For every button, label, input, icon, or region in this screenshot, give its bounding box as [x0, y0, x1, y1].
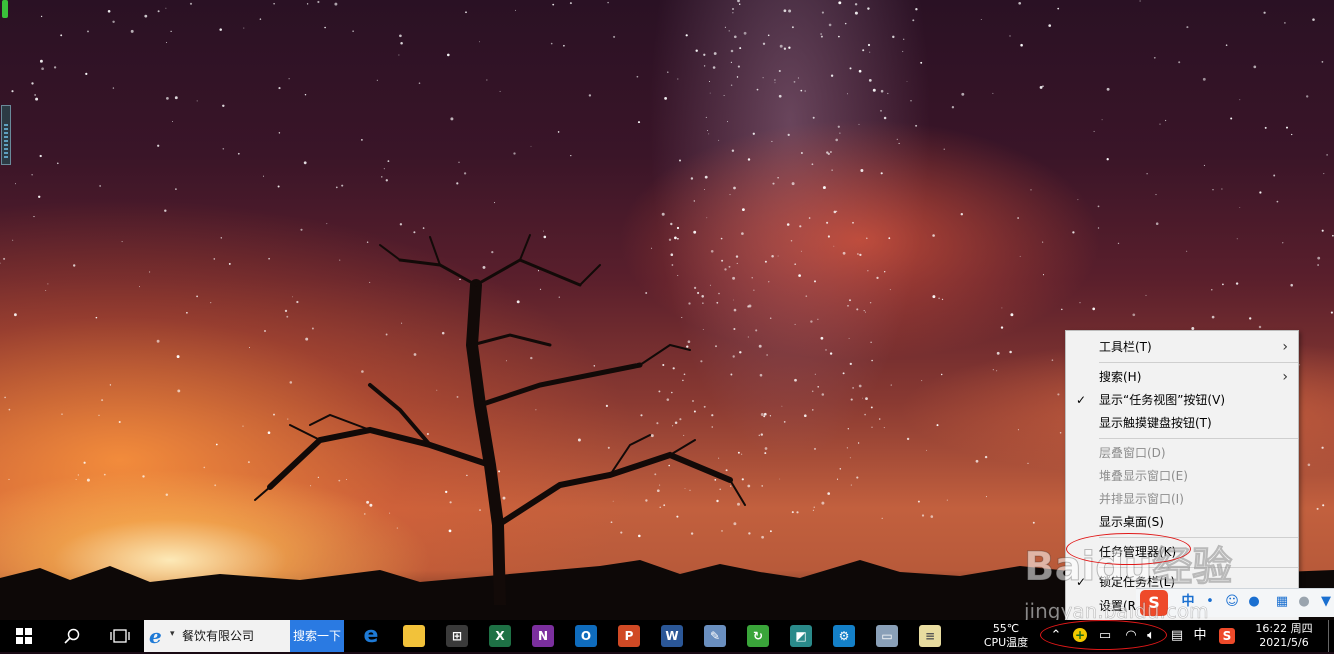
menu-separator: [1099, 438, 1298, 439]
menu-item-side-by-side[interactable]: 并排显示窗口(I): [1066, 488, 1298, 510]
checkmark-icon: ✓: [1076, 575, 1087, 589]
annotation-circle-task-manager: [1066, 533, 1191, 565]
search-submit-button[interactable]: 搜索一下: [290, 620, 344, 652]
menu-item-cascade-windows[interactable]: 层叠窗口(D): [1066, 442, 1298, 464]
clock-date: 2021/5/6: [1259, 636, 1309, 649]
skin-icon[interactable]: ▼: [1318, 594, 1334, 610]
ime-language-indicator[interactable]: 中: [1192, 628, 1208, 644]
task-view-icon: [110, 629, 130, 643]
menu-item-label: 设置(R): [1099, 599, 1141, 613]
file-explorer-icon[interactable]: [403, 625, 425, 647]
ime-toolbar: S 中 • ☺ ● ▦ ● ▼: [1136, 588, 1334, 617]
menu-item-label: 堆叠显示窗口(E): [1099, 469, 1188, 483]
outlook-icon[interactable]: O: [575, 625, 597, 647]
clock-time: 16:22 周四: [1255, 622, 1313, 635]
menu-item-label: 层叠窗口(D): [1099, 446, 1166, 460]
start-button[interactable]: [4, 620, 44, 652]
tree-silhouette: [254, 234, 746, 605]
show-desktop-button[interactable]: [1328, 620, 1334, 652]
action-center-icon[interactable]: ▤: [1168, 628, 1186, 644]
menu-item-show-touch-keyboard[interactable]: 显示触摸键盘按钮(T): [1066, 412, 1298, 434]
remote-desktop-icon[interactable]: ▭: [876, 625, 898, 647]
menu-item-label: 并排显示窗口(I): [1099, 492, 1184, 506]
punctuation-icon[interactable]: •: [1202, 594, 1218, 610]
taskbar-context-menu: 工具栏(T) › 搜索(H) › ✓ 显示“任务视图”按钮(V) 显示触摸键盘按…: [1065, 330, 1299, 624]
menu-item-show-desktop[interactable]: 显示桌面(S): [1066, 511, 1298, 533]
menu-item-toolbars[interactable]: 工具栏(T) ›: [1066, 336, 1298, 358]
user-icon[interactable]: ●: [1296, 594, 1312, 610]
sogou-tray-icon[interactable]: S: [1218, 628, 1236, 644]
chevron-down-icon: ▾: [170, 629, 175, 639]
menu-separator: [1099, 362, 1298, 363]
menu-separator: [1099, 567, 1298, 568]
ie-icon: e: [149, 624, 162, 648]
voice-input-icon[interactable]: ●: [1246, 594, 1262, 610]
checkmark-icon: ✓: [1076, 393, 1087, 407]
menu-item-search[interactable]: 搜索(H) ›: [1066, 366, 1298, 388]
paint-icon[interactable]: ✎: [704, 625, 726, 647]
onenote-icon[interactable]: N: [532, 625, 554, 647]
system-clock[interactable]: 16:22 周四 2021/5/6: [1250, 620, 1318, 654]
search-icon: [64, 628, 80, 644]
word-icon[interactable]: W: [661, 625, 683, 647]
menu-item-label: 显示“任务视图”按钮(V): [1099, 393, 1226, 407]
taskbar-search-box[interactable]: e ▾ 餐饮有限公司: [144, 620, 290, 652]
powerpoint-icon[interactable]: P: [618, 625, 640, 647]
settings-app-icon[interactable]: ⚙: [833, 625, 855, 647]
update-icon[interactable]: ↻: [747, 625, 769, 647]
sogou-logo-icon[interactable]: S: [1140, 590, 1168, 616]
menu-item-show-task-view[interactable]: ✓ 显示“任务视图”按钮(V): [1066, 389, 1298, 411]
menu-item-label: 显示触摸键盘按钮(T): [1099, 416, 1212, 430]
menu-item-label: 搜索(H): [1099, 370, 1142, 384]
cpu-temp-label: CPU温度: [983, 636, 1029, 649]
ime-mode-toggle[interactable]: 中: [1180, 594, 1196, 610]
search-input[interactable]: 餐饮有限公司: [182, 620, 254, 652]
task-view-button[interactable]: [100, 620, 140, 652]
side-gauge-top: [2, 0, 8, 18]
menu-item-label: 显示桌面(S): [1099, 515, 1164, 529]
annotation-circle-tray: [1040, 620, 1167, 650]
store-icon[interactable]: ⊞: [446, 625, 468, 647]
menu-item-stack-windows[interactable]: 堆叠显示窗口(E): [1066, 465, 1298, 487]
windows-logo-icon: [16, 628, 32, 644]
menu-item-label: 工具栏(T): [1099, 340, 1152, 354]
notepad-icon[interactable]: ≡: [919, 625, 941, 647]
excel-icon[interactable]: X: [489, 625, 511, 647]
chevron-right-icon: ›: [1282, 369, 1288, 385]
chevron-right-icon: ›: [1282, 339, 1288, 355]
edge-icon[interactable]: e: [360, 625, 382, 647]
cpu-temp-value: 55℃: [992, 622, 1020, 635]
emoji-icon[interactable]: ☺: [1224, 594, 1240, 610]
photos-icon[interactable]: ◩: [790, 625, 812, 647]
cpu-temperature-widget[interactable]: 55℃ CPU温度: [978, 620, 1034, 654]
search-button[interactable]: [52, 620, 92, 652]
side-gauge-panel[interactable]: [1, 105, 11, 165]
keyboard-icon[interactable]: ▦: [1274, 594, 1290, 610]
